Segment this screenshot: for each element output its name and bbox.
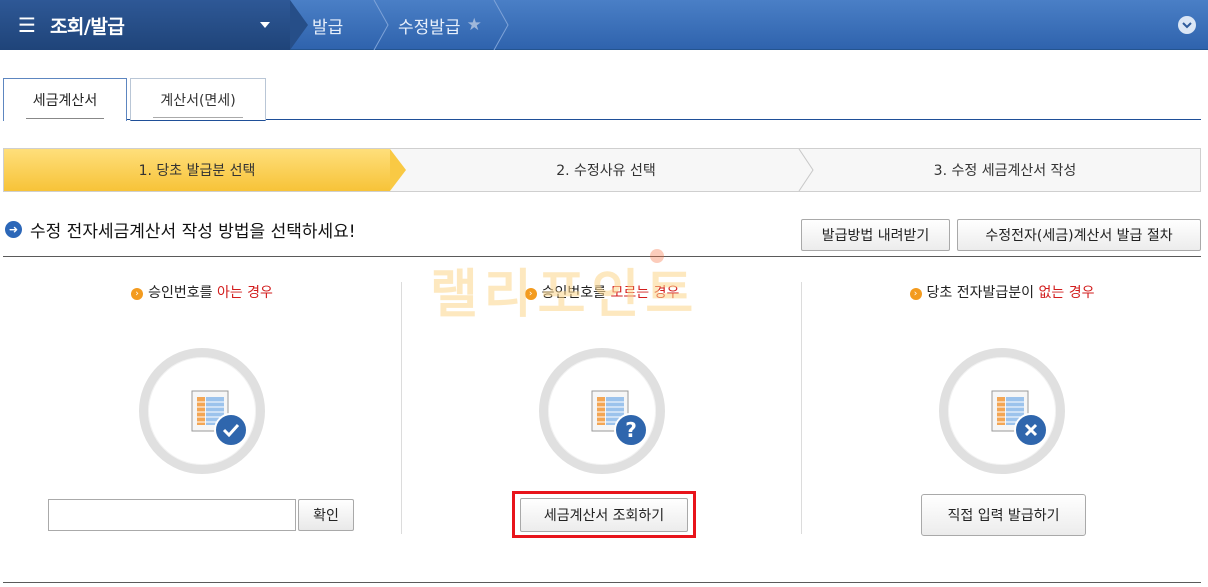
question-icon: ? <box>614 413 648 447</box>
menu-title: 조회/발급 <box>49 15 125 38</box>
menu-dropdown[interactable]: ☰ 조회/발급 <box>0 0 308 50</box>
step-label: 2. 수정사유 선택 <box>556 163 656 179</box>
option-heading-text: 승인번호를 <box>541 285 611 301</box>
approval-number-input[interactable] <box>48 499 296 531</box>
confirm-button[interactable]: 확인 <box>298 499 354 531</box>
tab-tax-invoice[interactable]: 세금계산서 <box>3 78 127 121</box>
option-heading: › 승인번호를 모르는 경우 <box>402 282 802 302</box>
issue-procedure-button[interactable]: 수정전자(세금)계산서 발급 절차 <box>957 219 1201 251</box>
download-guide-button[interactable]: 발급방법 내려받기 <box>801 219 950 251</box>
breadcrumb-separator <box>492 0 510 50</box>
lookup-tax-invoice-button[interactable]: 세금계산서 조회하기 <box>520 497 688 532</box>
hamburger-icon: ☰ <box>18 13 36 37</box>
icon-ring <box>939 348 1065 474</box>
tab-label: 계산서(면세) <box>160 92 236 109</box>
breadcrumb-label: 수정발급 <box>398 17 461 38</box>
chevron-down-circle-icon[interactable] <box>1178 16 1196 34</box>
direct-input-issue-button[interactable]: 직접 입력 발급하기 <box>921 494 1086 536</box>
divider <box>3 582 1201 583</box>
option-heading-emphasis: 아는 경우 <box>216 285 273 301</box>
breadcrumb-label: 발급 <box>312 17 344 38</box>
tab-underline <box>153 117 243 118</box>
option-heading: › 당초 전자발급분이 없는 경우 <box>802 282 1202 302</box>
step-3: 3. 수정 세금계산서 작성 <box>810 149 1200 191</box>
bullet-arrow-icon: › <box>131 288 144 300</box>
tab-label: 세금계산서 <box>32 93 98 109</box>
option-heading-text: 승인번호를 <box>148 285 217 301</box>
option-heading: › 승인번호를 아는 경우 <box>2 282 402 302</box>
section-heading: ➜ 수정 전자세금계산서 작성 방법을 선택하세요! <box>5 217 356 242</box>
bullet-arrow-icon: › <box>524 288 537 300</box>
step-arrow <box>390 149 406 191</box>
breadcrumb-separator <box>372 0 390 50</box>
option-known-approval-number: › 승인번호를 아는 경우 확인 <box>2 258 402 558</box>
icon-ring <box>139 348 265 474</box>
option-no-original-issue: › 당초 전자발급분이 없는 경우 직접 입력 발급하기 <box>802 258 1202 558</box>
step-1: 1. 당초 발급분 선택 <box>4 149 390 191</box>
top-navigation-bar: ☰ 조회/발급 발급 수정발급 ★ <box>0 0 1208 50</box>
tab-bar: 세금계산서 계산서(면세) <box>3 78 1201 121</box>
check-icon <box>214 413 248 447</box>
option-heading-emphasis: 모르는 경우 <box>610 285 680 301</box>
x-icon <box>1014 413 1048 447</box>
option-unknown-approval-number: › 승인번호를 모르는 경우 ? 세금계산서 조회하기 <box>402 258 802 558</box>
divider <box>3 256 1201 257</box>
step-label: 1. 당초 발급분 선택 <box>138 163 256 179</box>
arrow-right-circle-icon: ➜ <box>5 221 22 238</box>
step-progress-bar: 1. 당초 발급분 선택 2. 수정사유 선택 3. 수정 세금계산서 작성 <box>3 148 1201 192</box>
step-2: 2. 수정사유 선택 <box>406 149 806 191</box>
option-heading-emphasis: 없는 경우 <box>1038 285 1095 301</box>
star-icon[interactable]: ★ <box>467 15 482 35</box>
icon-ring: ? <box>539 348 665 474</box>
option-heading-text: 당초 전자발급분이 <box>926 285 1039 301</box>
caret-down-icon <box>260 22 270 28</box>
tab-invoice-tax-free[interactable]: 계산서(면세) <box>130 78 266 121</box>
tab-underline <box>26 118 104 119</box>
bullet-arrow-icon: › <box>909 288 922 300</box>
breadcrumb-issue[interactable]: 발급 <box>312 0 343 50</box>
breadcrumb-amend-issue[interactable]: 수정발급 ★ <box>398 0 482 50</box>
section-heading-text: 수정 전자세금계산서 작성 방법을 선택하세요! <box>30 222 356 242</box>
step-label: 3. 수정 세금계산서 작성 <box>933 163 1077 179</box>
highlight-frame: 세금계산서 조회하기 <box>512 491 696 538</box>
